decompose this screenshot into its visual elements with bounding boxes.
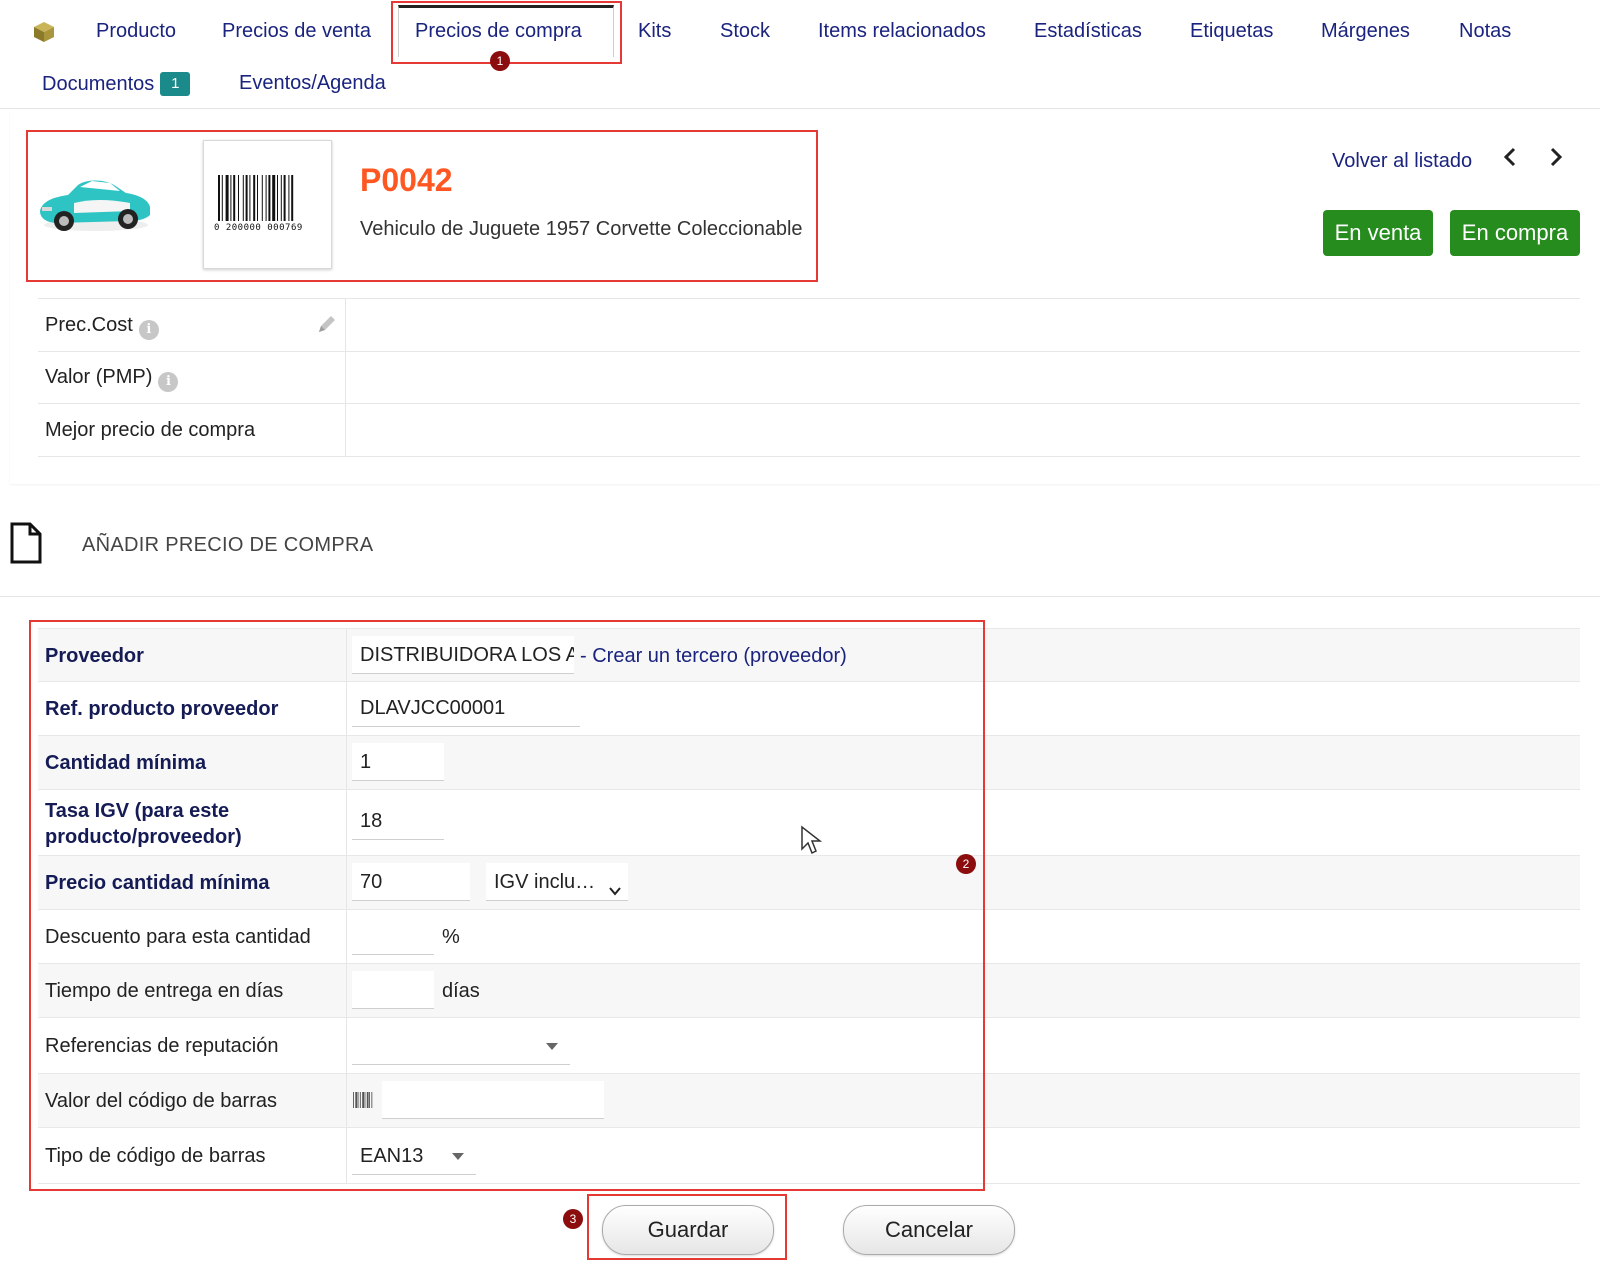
tab-stock[interactable]: Stock [720, 20, 770, 43]
step-marker-2: 2 [956, 854, 976, 874]
document-icon [10, 522, 42, 569]
section-title: AÑADIR PRECIO DE COMPRA [82, 534, 374, 556]
best-price-cell: Mejor precio de compra [38, 404, 346, 456]
status-sell-badge[interactable]: En venta [1323, 210, 1433, 256]
cost-price-cell: Prec.Cost i [38, 299, 346, 351]
edit-pencil-icon[interactable] [316, 313, 338, 340]
highlight-box-form [29, 620, 985, 1191]
prev-record-icon[interactable] [1502, 146, 1518, 175]
cancel-button[interactable]: Cancelar [843, 1205, 1015, 1255]
product-cube-icon [32, 20, 56, 49]
pmp-row: Valor (PMP) i [38, 351, 1580, 404]
info-icon[interactable]: i [158, 372, 179, 392]
highlight-box-product [26, 130, 818, 282]
best-price-row: Mejor precio de compra [38, 404, 1580, 457]
tab-eventos-agenda[interactable]: Eventos/Agenda [239, 72, 386, 95]
tab-estadisticas[interactable]: Estadísticas [1034, 20, 1142, 43]
step-marker-3: 3 [563, 1209, 583, 1229]
documentos-count-badge: 1 [160, 72, 191, 96]
cost-price-label: Prec.Cost [45, 314, 133, 336]
tab-margenes[interactable]: Márgenes [1321, 20, 1410, 43]
mouse-cursor-icon [800, 825, 823, 860]
tab-documentos-label: Documentos [42, 73, 155, 95]
tab-documentos[interactable]: Documentos 1 [42, 72, 191, 96]
tab-items-relacionados[interactable]: Items relacionados [818, 20, 986, 43]
cost-price-row: Prec.Cost i [38, 298, 1580, 352]
back-to-list-link[interactable]: Volver al listado [1332, 150, 1472, 173]
tab-precios-venta[interactable]: Precios de venta [222, 20, 371, 43]
best-price-label: Mejor precio de compra [45, 419, 256, 441]
tab-bar: Producto Precios de venta Precios de com… [0, 0, 1600, 109]
tab-producto[interactable]: Producto [96, 20, 176, 43]
tab-kits[interactable]: Kits [638, 20, 671, 43]
tab-etiquetas[interactable]: Etiquetas [1190, 20, 1273, 43]
next-record-icon[interactable] [1548, 146, 1564, 175]
tab-notas[interactable]: Notas [1459, 20, 1511, 43]
info-icon[interactable]: i [138, 320, 159, 340]
status-buy-badge[interactable]: En compra [1450, 210, 1580, 256]
pmp-cell: Valor (PMP) i [38, 351, 346, 403]
step-marker-1: 1 [490, 51, 510, 71]
highlight-box-save [587, 1194, 787, 1260]
pmp-label: Valor (PMP) [45, 366, 153, 388]
